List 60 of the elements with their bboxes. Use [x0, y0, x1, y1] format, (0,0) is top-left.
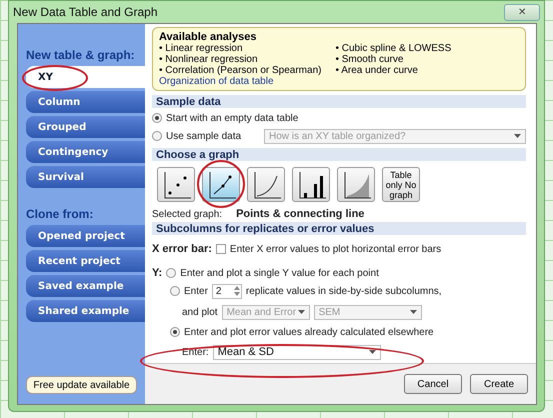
sidebar-tab[interactable]: Contingency [26, 141, 145, 163]
sidebar-tab[interactable]: Saved example [26, 275, 145, 297]
radio-button[interactable] [166, 268, 176, 278]
caret-icon [410, 310, 417, 314]
option-label: Enter and plot a single Y value for each point [180, 268, 379, 278]
graph-type-button[interactable] [337, 167, 375, 202]
graph-type-button[interactable] [202, 167, 240, 202]
update-button[interactable]: Free update available [26, 376, 137, 394]
window-title: New Data Table and Graph [13, 5, 158, 19]
sidebar-tab[interactable]: XY [26, 66, 145, 88]
analysis-item: • Cubic spline & LOWESS [335, 43, 452, 54]
radio-button[interactable] [152, 131, 162, 141]
replicate-spinner[interactable]: 2 [212, 284, 242, 298]
option-label: replicate values in side-by-side subcolumns, [246, 286, 442, 296]
graph-type-button[interactable] [247, 167, 285, 202]
x-error-label: X error bar: [152, 243, 212, 255]
analysis-item: • Smooth curve [335, 54, 404, 65]
analysis-item: • Linear regression [159, 43, 244, 54]
sidebar-tab[interactable]: Grouped [26, 116, 145, 138]
selected-graph-value: Points & connecting line [236, 208, 364, 220]
analysis-item: • Area under curve [335, 65, 419, 76]
analyses-title: Available analyses [159, 31, 258, 43]
checkbox-label: Enter X error values to plot horizontal error bars [230, 244, 442, 254]
dialog-button[interactable]: Cancel [404, 374, 462, 394]
selected-graph-label: Selected graph: [152, 208, 222, 220]
option-label: Enter [184, 286, 208, 296]
spinner-arrows-icon [232, 285, 241, 297]
radio-button[interactable] [170, 327, 180, 337]
section-heading: Sample data [152, 95, 526, 108]
y-label: Y: [152, 267, 162, 279]
analysis-item: • Nonlinear regression [159, 54, 259, 65]
section-heading: Subcolumns for replicates or error values [152, 222, 526, 235]
help-link[interactable]: Organization of data table [159, 76, 452, 87]
sidebar-tab[interactable]: Column [26, 91, 145, 113]
sidebar-heading: Clone from: [26, 207, 94, 221]
section-heading: Choose a graph [152, 148, 526, 161]
analysis-item: • Correlation (Pearson or Spearman) [159, 65, 322, 76]
radio-button[interactable] [170, 286, 180, 296]
caret-icon [298, 310, 305, 314]
option-label: Start with an empty data table [166, 112, 298, 124]
sidebar-heading: New table & graph: [26, 48, 136, 62]
enter-label: Enter: [182, 346, 209, 358]
close-button[interactable]: ✕ [504, 4, 540, 20]
caret-icon [368, 350, 376, 354]
sidebar-tab[interactable]: Recent project [26, 250, 145, 272]
option-label: Use sample data [166, 130, 242, 142]
option-label: Enter and plot error values already calculated elsewhere [184, 326, 434, 338]
graph-type-button[interactable] [157, 167, 195, 202]
sample-dropdown[interactable]: How is an XY table organized? [264, 128, 526, 144]
sidebar-tab[interactable]: Opened project [26, 225, 145, 247]
plot-label: and plot [182, 306, 218, 318]
error-format-dropdown[interactable]: Mean & SD [212, 344, 381, 360]
graph-type-button[interactable]: Table only No graph [382, 167, 420, 202]
sidebar-tab[interactable]: Shared example [26, 300, 145, 322]
graph-type-button[interactable] [292, 167, 330, 202]
checkbox[interactable] [216, 244, 226, 254]
radio-button[interactable] [152, 113, 162, 123]
caret-icon [514, 134, 521, 138]
sidebar-tab[interactable]: Survival [26, 166, 145, 188]
dialog-button[interactable]: Create [470, 374, 528, 394]
